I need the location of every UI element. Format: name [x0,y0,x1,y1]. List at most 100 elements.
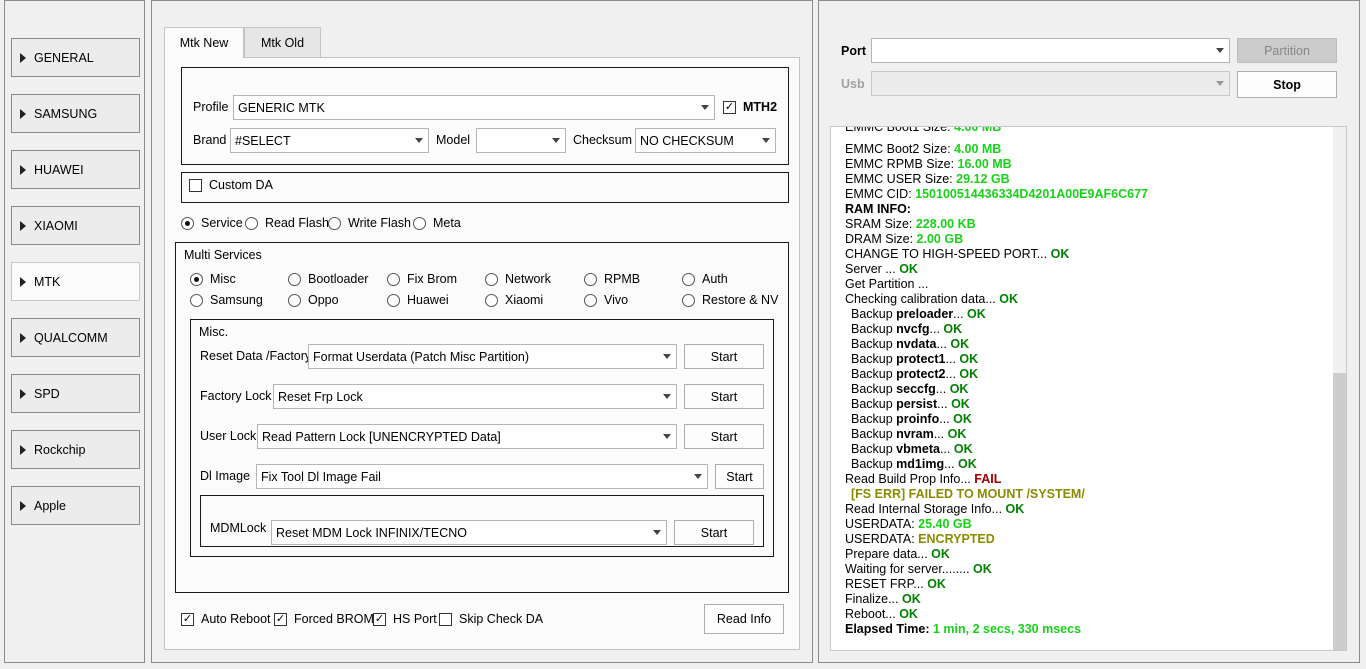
sidebar-item-huawei[interactable]: HUAWEI [11,150,140,189]
reset-data-start-button[interactable]: Start [684,344,764,369]
port-label: Port [841,44,866,58]
chevron-down-icon [757,138,775,143]
sidebar-item-mtk[interactable]: MTK [11,262,140,301]
service-radio-bootloader[interactable] [288,273,301,286]
log-text: Backup [851,352,897,366]
log-text: Read Build Prop Info... [845,472,975,486]
log-line: Backup nvram... OK [851,427,966,441]
service-radio-auth[interactable] [682,273,695,286]
hs-port-checkbox[interactable]: ✓ [373,613,386,626]
dl-image-start-button[interactable]: Start [715,464,764,489]
log-line: EMMC USER Size: 29.12 GB [845,172,1010,186]
log-text: EMMC Boot1 Size: [845,126,955,134]
read-info-button[interactable]: Read Info [704,604,784,634]
log-value: OK [901,592,921,606]
service-radio[interactable] [181,217,194,230]
log-text: Waiting for server........ [845,562,974,576]
log-scrollbar[interactable] [1333,127,1346,650]
log-line: Checking calibration data... OK [845,292,1018,306]
log-text: Finalize... [845,592,902,606]
log-text: ... [944,457,959,471]
sidebar-item-label: HUAWEI [34,162,84,177]
service-radio-vivo[interactable] [584,294,597,307]
write-flash-radio[interactable] [328,217,341,230]
auto-reboot-checkbox[interactable]: ✓ [181,613,194,626]
tab-mtk-old[interactable]: Mtk Old [244,27,321,57]
reset-data-value: Format Userdata (Patch Misc Partition) [313,349,530,364]
log-partition: nvdata [896,337,937,351]
service-radio-rpmb[interactable] [584,273,597,286]
factory-lock-value: Reset Frp Lock [278,389,363,404]
log-line: Prepare data... OK [845,547,950,561]
skip-check-da-label: Skip Check DA [459,612,544,626]
user-lock-start-button[interactable]: Start [684,424,764,449]
sidebar-item-general[interactable]: GENERAL [11,38,140,77]
log-line: Backup persist... OK [851,397,970,411]
custom-da-label: Custom DA [209,178,273,192]
service-radio-xiaomi[interactable] [485,294,498,307]
mdm-start-button[interactable]: Start [674,520,754,545]
read-flash-radio[interactable] [245,217,258,230]
log-line: [FS ERR] FAILED TO MOUNT /SYSTEM/ [851,487,1085,501]
reset-data-select[interactable]: Format Userdata (Patch Misc Partition) [308,344,677,369]
expand-arrow-icon [20,164,26,175]
profile-select[interactable]: GENERIC MTK [233,95,715,120]
dl-image-select[interactable]: Fix Tool Dl Image Fail [256,464,708,489]
skip-check-da-checkbox[interactable] [439,613,452,626]
profile-value: GENERIC MTK [238,100,325,115]
sidebar-item-xiaomi[interactable]: XIAOMI [11,206,140,245]
usb-select[interactable] [871,71,1230,96]
chevron-down-icon [689,474,707,479]
log-partition: protect2 [896,367,946,381]
factory-lock-start-button[interactable]: Start [684,384,764,409]
tab-mtk-new[interactable]: Mtk New [164,27,244,58]
mdm-value: Reset MDM Lock INFINIX/TECNO [276,525,467,540]
service-radio-huawei[interactable] [387,294,400,307]
log-text: ... [937,397,952,411]
service-label-samsung: Samsung [210,293,263,307]
log-scrollbar-thumb[interactable] [1333,373,1346,650]
chevron-down-icon [410,138,428,143]
log-line: CHANGE TO HIGH-SPEED PORT... OK [845,247,1069,261]
factory-lock-label: Factory Lock [200,389,272,403]
sidebar-item-spd[interactable]: SPD [11,374,140,413]
meta-radio[interactable] [413,217,426,230]
log-text: EMMC USER Size: [845,172,957,186]
service-radio-misc[interactable] [190,273,203,286]
sidebar-item-samsung[interactable]: SAMSUNG [11,94,140,133]
log-line: RAM INFO: [845,202,911,216]
stop-button[interactable]: Stop [1237,71,1337,98]
service-radio-restore-nv[interactable] [682,294,695,307]
mdm-select[interactable]: Reset MDM Lock INFINIX/TECNO [271,520,667,545]
service-radio-oppo[interactable] [288,294,301,307]
custom-da-checkbox[interactable] [189,179,202,192]
log-text: ... [939,412,954,426]
chevron-down-icon [1211,48,1229,53]
brand-select[interactable]: #SELECT [230,128,429,153]
partition-button[interactable]: Partition [1237,38,1337,63]
sidebar-item-apple[interactable]: Apple [11,486,140,525]
log-line: RESET FRP... OK [845,577,946,591]
user-lock-select[interactable]: Read Pattern Lock [UNENCRYPTED Data] [257,424,677,449]
service-label: Service [201,216,243,230]
mth2-checkbox[interactable]: ✓ [723,101,736,114]
port-select[interactable] [871,38,1230,63]
sidebar-item-qualcomm[interactable]: QUALCOMM [11,318,140,357]
service-label-restore-nv: Restore & NV [702,293,779,307]
sidebar-item-label: QUALCOMM [34,330,108,345]
log-text: Backup [851,427,897,441]
log-text: Backup [851,367,897,381]
service-radio-samsung[interactable] [190,294,203,307]
forced-brom-checkbox[interactable]: ✓ [274,613,287,626]
checksum-select[interactable]: NO CHECKSUM [635,128,776,153]
service-radio-fix-brom[interactable] [387,273,400,286]
model-select[interactable] [476,128,566,153]
log-value: 4.00 MB [954,126,1002,134]
log-line: Server ... OK [845,262,918,276]
user-lock-label: User Lock [200,429,257,443]
tab-label: Mtk Old [260,35,305,50]
service-radio-network[interactable] [485,273,498,286]
chevron-down-icon [696,105,714,110]
sidebar-item-rockchip[interactable]: Rockchip [11,430,140,469]
factory-lock-select[interactable]: Reset Frp Lock [273,384,677,409]
